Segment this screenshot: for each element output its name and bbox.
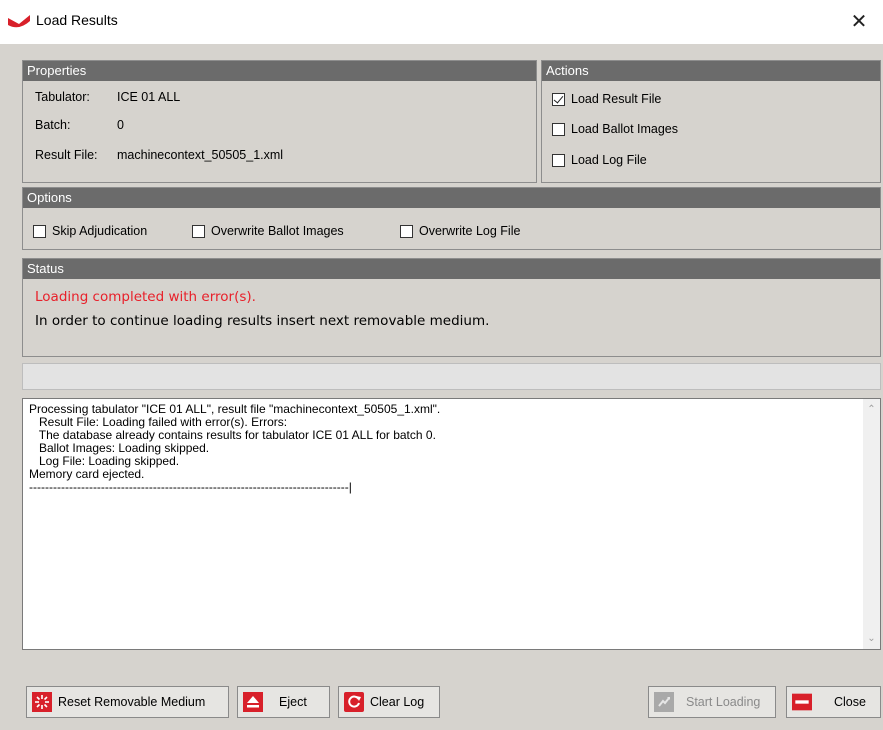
overwrite-log-file-label: Overwrite Log File (419, 224, 521, 238)
batch-row: Batch: 0 (35, 118, 124, 132)
load-log-file-checkbox[interactable] (552, 153, 565, 167)
tabulator-value: ICE 01 ALL (117, 90, 181, 104)
load-result-file-option[interactable]: Load Result File (552, 92, 661, 106)
batch-value: 0 (117, 118, 124, 132)
result-file-label: Result File: (35, 148, 98, 162)
load-result-file-label: Load Result File (571, 92, 662, 106)
clear-log-label: Clear Log (370, 695, 425, 709)
reset-medium-icon (32, 692, 52, 712)
start-loading-icon (654, 692, 674, 712)
title-bar: Load Results ✕ (0, 0, 883, 44)
start-loading-button[interactable]: Start Loading (648, 686, 776, 718)
status-header: Status (23, 259, 880, 279)
load-ballot-images-label: Load Ballot Images (571, 122, 679, 136)
overwrite-log-file-checkbox[interactable] (400, 224, 413, 238)
actions-header: Actions (542, 61, 880, 81)
scroll-up-arrow-icon[interactable]: ⌃ (863, 401, 880, 418)
close-icon (792, 692, 812, 712)
overwrite-ballot-images-option[interactable]: Overwrite Ballot Images (192, 224, 344, 238)
refresh-icon (344, 692, 364, 712)
skip-adjudication-option[interactable]: Skip Adjudication (33, 224, 147, 238)
batch-label: Batch: (35, 118, 71, 132)
load-log-file-label: Load Log File (571, 153, 647, 167)
window-title: Load Results (36, 12, 118, 28)
load-ballot-images-option[interactable]: Load Ballot Images (552, 122, 678, 136)
close-label: Close (834, 695, 866, 709)
skip-adjudication-checkbox[interactable] (33, 224, 46, 238)
log-text: Processing tabulator "ICE 01 ALL", resul… (29, 402, 441, 494)
dialog-body: Properties Tabulator: ICE 01 ALL Batch: … (0, 44, 883, 730)
start-loading-label: Start Loading (686, 695, 761, 709)
overwrite-log-file-option[interactable]: Overwrite Log File (400, 224, 520, 238)
actions-panel: Actions Load Result File Load Ballot Ima… (541, 60, 881, 183)
status-info-text: In order to continue loading results ins… (35, 313, 490, 329)
log-scrollbar[interactable]: ⌃ ⌄ (863, 399, 880, 649)
scroll-down-arrow-icon[interactable]: ⌄ (863, 630, 880, 647)
progress-bar (22, 363, 881, 390)
properties-header: Properties (23, 61, 536, 81)
tabulator-label: Tabulator: (35, 90, 90, 104)
load-result-file-checkbox[interactable] (552, 92, 565, 106)
reset-removable-medium-label: Reset Removable Medium (58, 695, 206, 709)
log-textarea[interactable]: Processing tabulator "ICE 01 ALL", resul… (22, 398, 881, 650)
load-log-file-option[interactable]: Load Log File (552, 153, 647, 167)
properties-panel: Properties Tabulator: ICE 01 ALL Batch: … (22, 60, 537, 183)
status-error-text: Loading completed with error(s). (35, 289, 256, 305)
eject-icon (243, 692, 263, 712)
status-panel: Status Loading completed with error(s). … (22, 258, 881, 357)
tabulator-row: Tabulator: ICE 01 ALL (35, 90, 180, 104)
eject-label: Eject (279, 695, 307, 709)
options-panel: Options Skip Adjudication Overwrite Ball… (22, 187, 881, 250)
result-file-row: Result File: machinecontext_50505_1.xml (35, 148, 283, 162)
load-ballot-images-checkbox[interactable] (552, 122, 565, 136)
overwrite-ballot-images-checkbox[interactable] (192, 224, 205, 238)
close-button[interactable]: Close (786, 686, 881, 718)
app-logo-icon (8, 15, 30, 28)
skip-adjudication-label: Skip Adjudication (52, 224, 148, 238)
overwrite-ballot-images-label: Overwrite Ballot Images (211, 224, 344, 238)
eject-button[interactable]: Eject (237, 686, 330, 718)
clear-log-button[interactable]: Clear Log (338, 686, 440, 718)
reset-removable-medium-button[interactable]: Reset Removable Medium (26, 686, 229, 718)
result-file-value: machinecontext_50505_1.xml (117, 148, 284, 162)
window-close-button[interactable]: ✕ (845, 8, 873, 36)
options-header: Options (23, 188, 880, 208)
